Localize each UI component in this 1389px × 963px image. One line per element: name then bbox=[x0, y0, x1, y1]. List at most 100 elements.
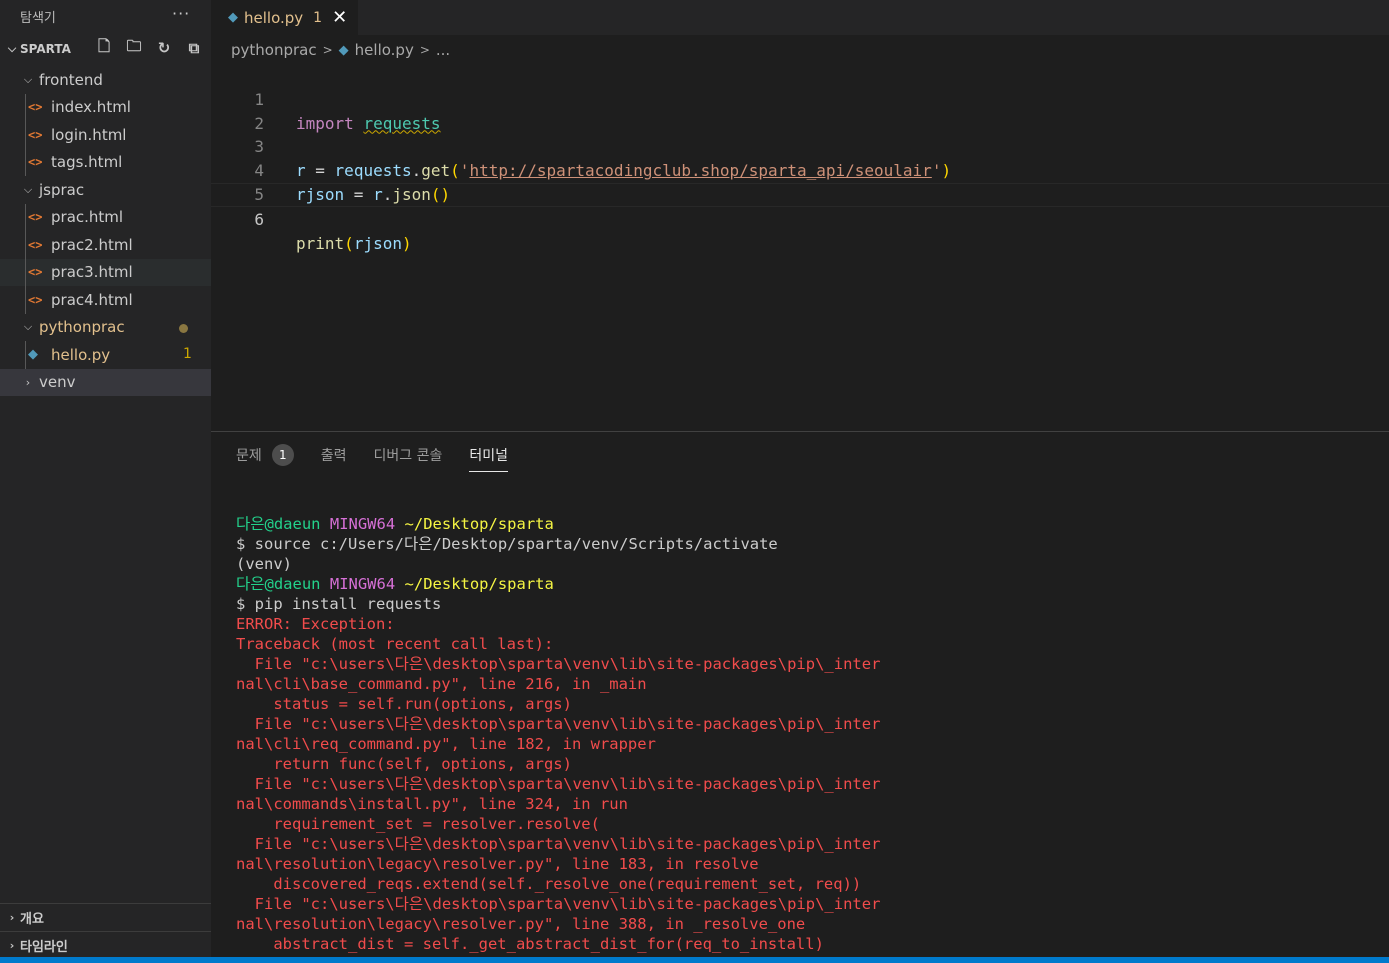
line-number: 6 bbox=[254, 209, 264, 229]
html-file-icon: <> bbox=[28, 100, 43, 115]
timeline-section-header[interactable]: › 타임라인 bbox=[0, 931, 211, 959]
prompt-user: 다은@daeun bbox=[236, 515, 321, 533]
tab-label: 출력 bbox=[320, 448, 347, 464]
chevron-right-icon: › bbox=[25, 375, 31, 389]
chevron-right-icon: > bbox=[419, 43, 430, 57]
terminal-error-line: Traceback (most recent call last): bbox=[236, 635, 554, 653]
tab-label: 문제 bbox=[236, 448, 262, 464]
file-label: prac3.html bbox=[51, 263, 133, 282]
terminal-error-line: File "c:\users\다은\desktop\sparta\venv\li… bbox=[236, 895, 881, 913]
refresh-icon[interactable]: ↻ bbox=[154, 38, 174, 58]
outline-label: 개요 bbox=[20, 912, 44, 927]
file-label: tags.html bbox=[51, 153, 123, 172]
file-label: login.html bbox=[51, 125, 127, 144]
folder-label: pythonprac bbox=[39, 318, 125, 337]
tree-folder-jsprac[interactable]: ⌵ jsprac bbox=[0, 176, 211, 204]
chevron-down-icon: ⌵ bbox=[7, 42, 17, 55]
tab-terminal[interactable]: 터미널 bbox=[469, 432, 508, 478]
html-file-icon: <> bbox=[28, 292, 43, 307]
terminal-error-line: discovered_reqs.extend(self._resolve_one… bbox=[236, 875, 862, 893]
terminal-output[interactable]: 다은@daeun MINGW64 ~/Desktop/sparta $ sourc… bbox=[236, 514, 880, 954]
code-line-current: 6 print(rjson) bbox=[211, 182, 1389, 253]
tab-problem-count: 1 bbox=[313, 9, 323, 26]
file-label: index.html bbox=[51, 98, 131, 117]
tree-file-prac4-html[interactable]: <> prac4.html bbox=[0, 286, 211, 314]
modified-dot-icon bbox=[179, 323, 188, 333]
tab-hello-py[interactable]: ◆ hello.py 1 ✕ bbox=[211, 0, 358, 35]
chevron-right-icon: > bbox=[322, 43, 333, 57]
tab-debug-console[interactable]: 디버그 콘솔 bbox=[374, 432, 443, 478]
folder-label: frontend bbox=[39, 70, 103, 89]
file-label: prac4.html bbox=[51, 290, 133, 309]
editor-tab-bar: ◆ hello.py 1 ✕ bbox=[211, 0, 1389, 35]
more-actions-icon[interactable]: ··· bbox=[172, 4, 190, 23]
terminal-prompt: 다은@daeun MINGW64 ~/Desktop/sparta bbox=[236, 514, 880, 534]
chevron-right-icon: › bbox=[9, 939, 15, 952]
python-file-icon: ◆ bbox=[28, 347, 38, 363]
tab-output[interactable]: 출력 bbox=[321, 432, 347, 478]
chevron-down-icon: ⌵ bbox=[23, 320, 33, 334]
code-line: 2 bbox=[211, 88, 1389, 133]
html-file-icon: <> bbox=[28, 210, 43, 225]
terminal-prompt: 다은@daeun MINGW64 ~/Desktop/sparta bbox=[236, 574, 880, 594]
code-editor[interactable]: 1 import requests 2 3 r = requests.get('… bbox=[211, 64, 1389, 432]
bottom-panel: 문제 1 출력 디버그 콘솔 터미널 다은@daeun MINGW64 ~/De… bbox=[211, 431, 1389, 957]
breadcrumb-folder[interactable]: pythonprac bbox=[231, 41, 317, 59]
prompt-user: 다은@daeun bbox=[236, 575, 321, 593]
folder-label: venv bbox=[39, 373, 76, 392]
html-file-icon: <> bbox=[28, 155, 43, 170]
file-label: prac2.html bbox=[51, 235, 133, 254]
terminal-error-line: File "c:\users\다은\desktop\sparta\venv\li… bbox=[236, 775, 881, 793]
terminal-error-line: requirement_set = resolver.resolve( bbox=[236, 815, 600, 833]
collapse-all-icon[interactable]: ⧉ bbox=[184, 38, 204, 58]
code-line: 5 bbox=[211, 159, 1389, 204]
tab-label: hello.py bbox=[244, 8, 304, 27]
code-line: 3 r = requests.get('http://spartacodingc… bbox=[211, 112, 1389, 180]
timeline-label: 타임라인 bbox=[20, 940, 68, 955]
tree-file-hello-py[interactable]: ◆ hello.py 1 bbox=[0, 341, 211, 369]
prompt-path: ~/Desktop/sparta bbox=[404, 515, 554, 533]
tree-folder-pythonprac[interactable]: ⌵ pythonprac bbox=[0, 314, 211, 342]
html-file-icon: <> bbox=[28, 127, 43, 142]
tree-file-index-html[interactable]: <> index.html bbox=[0, 93, 211, 121]
tree-folder-venv[interactable]: › venv bbox=[0, 368, 211, 396]
terminal-error-line: File "c:\users\다은\desktop\sparta\venv\li… bbox=[236, 835, 881, 853]
close-icon[interactable]: ✕ bbox=[332, 7, 347, 28]
code-token: ( bbox=[344, 233, 354, 253]
prompt-env: MINGW64 bbox=[329, 515, 396, 533]
terminal-error-line: File "c:\users\다은\desktop\sparta\venv\li… bbox=[236, 655, 881, 673]
terminal-error-line: nal\resolution\legacy\resolver.py", line… bbox=[236, 915, 806, 933]
python-file-icon: ◆ bbox=[228, 10, 238, 25]
tree-file-prac-html[interactable]: <> prac.html bbox=[0, 203, 211, 231]
tree-folder-frontend[interactable]: ⌵ frontend bbox=[0, 66, 211, 94]
chevron-down-icon: ⌵ bbox=[23, 72, 33, 86]
panel-tabs: 문제 1 출력 디버그 콘솔 터미널 bbox=[211, 432, 1389, 478]
chevron-right-icon: › bbox=[9, 911, 15, 924]
html-file-icon: <> bbox=[28, 265, 43, 280]
tab-problems[interactable]: 문제 1 bbox=[236, 432, 294, 478]
code-token: ) bbox=[401, 233, 412, 253]
tree-file-login-html[interactable]: <> login.html bbox=[0, 121, 211, 149]
terminal-command: $ pip install requests bbox=[236, 595, 442, 613]
terminal-error-line: abstract_dist = self._get_abstract_dist_… bbox=[236, 935, 824, 953]
python-file-icon: ◆ bbox=[338, 42, 349, 58]
tree-file-tags-html[interactable]: <> tags.html bbox=[0, 148, 211, 176]
breadcrumb-file[interactable]: hello.py bbox=[355, 41, 414, 59]
problems-count-badge: 1 bbox=[271, 444, 294, 466]
prompt-env: MINGW64 bbox=[329, 575, 396, 593]
breadcrumb: pythonprac > ◆ hello.py > ... bbox=[211, 35, 1389, 65]
tree-file-prac2-html[interactable]: <> prac2.html bbox=[0, 231, 211, 259]
terminal-error-line: ERROR: Exception: bbox=[236, 615, 395, 633]
workspace-name: SPARTA bbox=[20, 42, 71, 56]
workspace-header[interactable]: ⌵ SPARTA 🗋 🗀 ↻ ⧉ bbox=[0, 32, 211, 66]
chevron-down-icon: ⌵ bbox=[23, 182, 33, 196]
new-file-icon[interactable]: 🗋 bbox=[94, 37, 114, 58]
file-label: prac.html bbox=[51, 208, 124, 227]
status-bar bbox=[0, 957, 1389, 963]
breadcrumb-symbol[interactable]: ... bbox=[436, 41, 450, 59]
terminal-error-line: nal\cli\base_command.py", line 216, in _… bbox=[236, 675, 647, 693]
tree-file-prac3-html[interactable]: <> prac3.html bbox=[0, 258, 211, 286]
new-folder-icon[interactable]: 🗀 bbox=[124, 37, 144, 58]
outline-section-header[interactable]: › 개요 bbox=[0, 903, 211, 931]
tab-label: 터미널 bbox=[469, 448, 509, 464]
